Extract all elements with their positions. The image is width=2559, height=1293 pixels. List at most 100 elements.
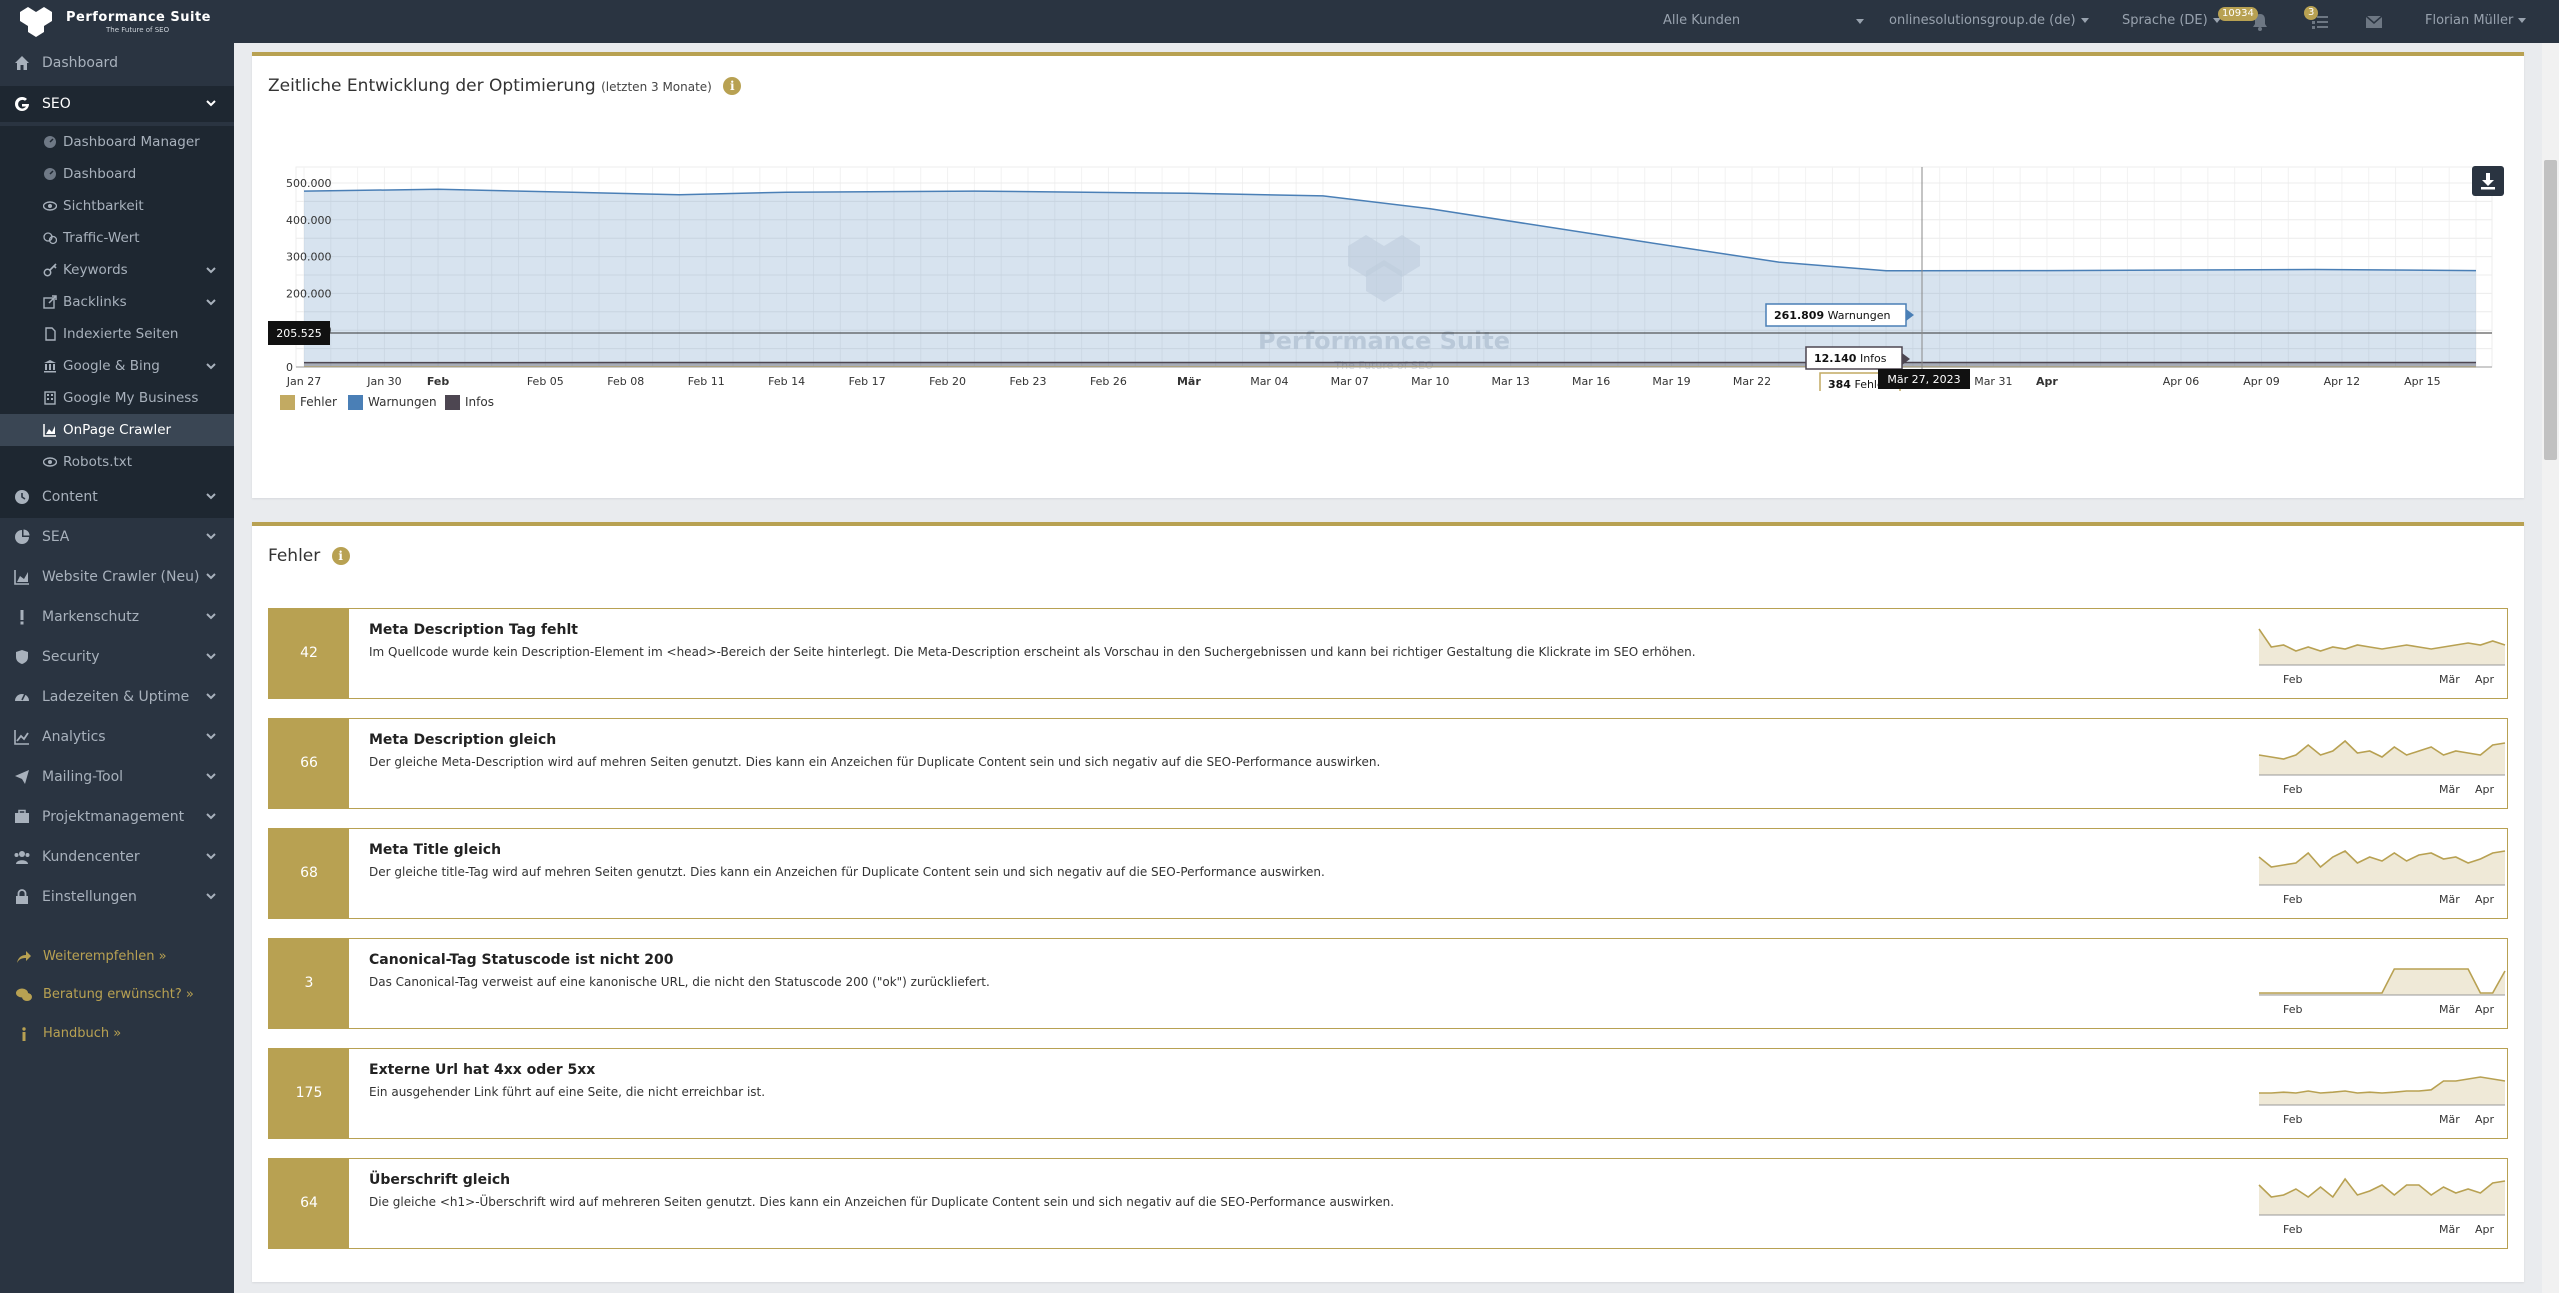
error-card[interactable]: 175 Externe Url hat 4xx oder 5xx Ein ausge… (268, 1048, 2508, 1139)
user-name: Florian Müller (2425, 13, 2514, 28)
customer-select[interactable]: Alle Kunden (1663, 0, 1864, 43)
x-tick-label: Feb 11 (688, 375, 725, 388)
x-tick-label: Apr 09 (2243, 375, 2280, 388)
brand-logo[interactable]: Performance Suite The Future of SEO (16, 6, 226, 38)
chart-title-text: Zeitliche Entwicklung der Optimierung (268, 76, 596, 96)
domain-select[interactable]: onlinesolutionsgroup.de (de) (1889, 0, 2089, 43)
chart-panel-title: Zeitliche Entwicklung der Optimierung (l… (268, 76, 742, 96)
sidebar-item-label: Dashboard (42, 55, 118, 71)
error-sparkline: Feb Mär Apr (2257, 1059, 2507, 1129)
file-icon (45, 327, 56, 341)
pie-chart-icon (15, 529, 30, 544)
sidebar-item-analytics[interactable]: Analytics (0, 719, 234, 755)
optimization-area-chart[interactable]: Performance Suite The Future of SEO 0100… (268, 151, 2508, 391)
chevron-down-icon (206, 653, 216, 660)
top-bar: Performance Suite The Future of SEO Alle… (0, 0, 2559, 43)
errors-title-text: Fehler (268, 546, 321, 566)
tooltip-infos-value: 12.140 (1814, 352, 1857, 365)
sidebar-item-ladezeiten[interactable]: Ladezeiten & Uptime (0, 679, 234, 715)
tooltip-infos: 12.140 Infos (1814, 352, 1887, 365)
crosshair-y-label: 205.525 (276, 327, 322, 340)
y-tick-label: 400.000 (286, 214, 332, 227)
sidebar-item-label: Dashboard (63, 166, 137, 182)
chart-download-button[interactable] (2472, 166, 2504, 196)
error-card[interactable]: 42 Meta Description Tag fehlt Im Quellcode… (268, 608, 2508, 699)
sidebar-item-einstellungen[interactable]: Einstellungen (0, 879, 234, 915)
language-select-value: Sprache (DE) (2122, 13, 2208, 28)
errors-panel-title: Fehler i (268, 546, 350, 566)
sidebar-subitem-indexierte-seiten[interactable]: Indexierte Seiten (0, 318, 234, 350)
error-card[interactable]: 68 Meta Title gleich Der gleiche title-Tag… (268, 828, 2508, 919)
language-select[interactable]: Sprache (DE) (2122, 0, 2221, 43)
chevron-down-icon (206, 613, 216, 620)
error-card[interactable]: 3 Canonical-Tag Statuscode ist nicht 200 D… (268, 938, 2508, 1029)
brand-name: Performance Suite (66, 10, 211, 25)
error-count: 3 (269, 939, 349, 1028)
sidebar-item-mailing-tool[interactable]: Mailing-Tool (0, 759, 234, 795)
sidebar-item-seo[interactable]: SEO (0, 86, 234, 122)
info-icon (22, 1027, 26, 1041)
error-title: Meta Title gleich (369, 842, 502, 858)
sidebar-item-dashboard[interactable]: Dashboard (0, 45, 234, 81)
sidebar-item-sea[interactable]: SEA (0, 519, 234, 555)
sidebar-subitem-google-my-business[interactable]: Google My Business (0, 382, 234, 414)
sidebar-item-label: Kundencenter (42, 849, 140, 865)
sparkline-tick-label: Feb (2283, 783, 2303, 796)
chevron-down-icon (2080, 18, 2089, 23)
x-tick-label: Mar 04 (1250, 375, 1288, 388)
sidebar-item-markenschutz[interactable]: Markenschutz (0, 599, 234, 635)
sidebar-subitem-keywords[interactable]: Keywords (0, 254, 234, 286)
domain-select-value: onlinesolutionsgroup.de (de) (1889, 13, 2076, 28)
sparkline-tick-label: Apr (2475, 783, 2495, 796)
extra-link-label: Weiterempfehlen » (43, 949, 167, 964)
error-card[interactable]: 66 Meta Description gleich Der gleiche Met… (268, 718, 2508, 809)
sidebar-item-website-crawler[interactable]: Website Crawler (Neu) (0, 559, 234, 595)
error-count: 66 (269, 719, 349, 808)
error-count: 64 (269, 1159, 349, 1248)
beratung-link[interactable]: Beratung erwünscht? » (0, 980, 234, 1010)
info-icon[interactable]: i (331, 547, 350, 565)
sparkline-chart (2259, 968, 2506, 996)
tooltip-warnungen-value: 261.809 (1774, 309, 1824, 322)
weiterempfehlen-link[interactable]: Weiterempfehlen » (0, 942, 234, 972)
legend-label: Infos (465, 395, 494, 409)
sidebar-item-label: Markenschutz (42, 609, 140, 625)
errors-panel: Fehler i 42 Meta Description Tag fehlt Im … (252, 522, 2524, 1282)
chevron-down-icon (206, 493, 216, 500)
sidebar-item-security[interactable]: Security (0, 639, 234, 675)
x-tick-label: Feb 14 (768, 375, 805, 388)
sidebar-subitem-google-bing[interactable]: Google & Bing (0, 350, 234, 382)
error-card[interactable]: 64 Überschrift gleich Die gleiche <h1>-Übe… (268, 1158, 2508, 1249)
user-menu[interactable]: Florian Müller (2425, 0, 2527, 43)
key-icon (43, 263, 57, 277)
sidebar-subitem-backlinks[interactable]: Backlinks (0, 286, 234, 318)
handbuch-link[interactable]: Handbuch » (0, 1019, 234, 1049)
sidebar-item-label: Ladezeiten & Uptime (42, 689, 190, 705)
sparkline-tick-label: Feb (2283, 1113, 2303, 1126)
comments-icon (16, 988, 32, 1001)
error-description: Ein ausgehender Link führt auf eine Seit… (369, 1085, 766, 1099)
sidebar-subitem-traffic-wert[interactable]: Traffic-Wert (0, 222, 234, 254)
sidebar-item-content[interactable]: Content (0, 479, 234, 515)
sidebar: Dashboard SEO Dashboard Manager Dashboar… (0, 43, 234, 1293)
error-sparkline: Feb Mär Apr (2257, 839, 2507, 909)
sidebar-subitem-dashboard-manager[interactable]: Dashboard Manager (0, 126, 234, 158)
x-tick-label: Apr (2036, 375, 2058, 388)
sidebar-subitem-dashboard[interactable]: Dashboard (0, 158, 234, 190)
tooltip-warnungen: 261.809 Warnungen (1774, 309, 1891, 322)
chevron-down-icon (1856, 19, 1864, 24)
chart-title-suffix: (letzten 3 Monate) (601, 80, 712, 94)
error-title: Externe Url hat 4xx oder 5xx (369, 1062, 596, 1078)
page-scrollbar-thumb[interactable] (2544, 160, 2557, 460)
sidebar-item-projektmanagement[interactable]: Projektmanagement (0, 799, 234, 835)
sidebar-subitem-sichtbarkeit[interactable]: Sichtbarkeit (0, 190, 234, 222)
sidebar-subitem-onpage-crawler[interactable]: OnPage Crawler (0, 414, 234, 446)
sparkline-tick-label: Feb (2283, 1223, 2303, 1236)
y-tick-label: 200.000 (286, 287, 332, 300)
share-icon (17, 951, 31, 963)
x-tick-label: Feb 05 (527, 375, 564, 388)
sidebar-subitem-robots-txt[interactable]: Robots.txt (0, 446, 234, 478)
info-icon[interactable]: i (723, 77, 742, 95)
sidebar-item-kundencenter[interactable]: Kundencenter (0, 839, 234, 875)
envelope-icon[interactable] (2364, 12, 2384, 32)
